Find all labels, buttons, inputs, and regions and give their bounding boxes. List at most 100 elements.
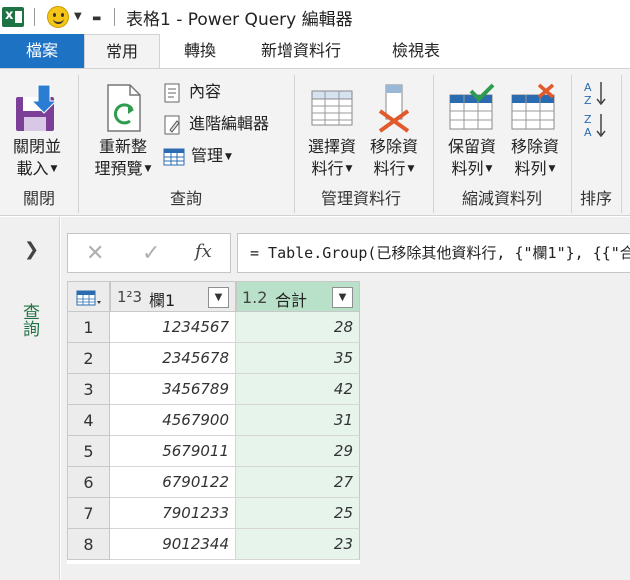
table-cell[interactable]: 23 [236, 529, 360, 560]
close-and-load-label: 關閉並 [12, 137, 61, 156]
fx-icon[interactable]: fx [195, 241, 212, 262]
tab-file[interactable]: 檔案 [0, 34, 84, 68]
separator [34, 8, 35, 26]
close-icon[interactable]: ✕ [86, 241, 104, 266]
refresh-preview-button[interactable]: 重新整 理預覽 ▼ [88, 77, 158, 183]
table-cell[interactable]: 3456789 [110, 374, 236, 405]
table-cell[interactable]: 29 [236, 436, 360, 467]
table-cell[interactable]: 2345678 [110, 343, 236, 374]
sort-descending-button[interactable]: Z A [582, 111, 612, 139]
choose-columns-button[interactable]: 選擇資 料行 ▼ [302, 77, 362, 183]
remove-columns-label: 移除資 [369, 137, 418, 156]
row-number[interactable]: 5 [67, 436, 110, 467]
manage-button[interactable]: 管理 ▼ [163, 143, 232, 169]
sort-ascending-icon: A Z [584, 81, 606, 107]
column-header-total[interactable]: 1.2 合計 ▼ [236, 281, 360, 312]
tab-view[interactable]: 檢視表 [368, 34, 464, 68]
table-icon [76, 290, 101, 306]
table-cell[interactable]: 28 [236, 312, 360, 343]
table-cell[interactable]: 35 [236, 343, 360, 374]
properties-button[interactable]: 內容 [163, 79, 221, 105]
manage-label: 管理 [191, 146, 224, 165]
sort-descending-icon: Z A [584, 113, 606, 139]
customize-quick-access-icon[interactable]: ▬ [92, 13, 101, 24]
group-label-manage-columns: 管理資料行 [320, 189, 401, 208]
table-cell[interactable]: 31 [236, 405, 360, 436]
table-cell[interactable]: 1234567 [110, 312, 236, 343]
separator [114, 8, 115, 26]
table-cell[interactable]: 25 [236, 498, 360, 529]
window-title: 表格1 - Power Query 編輯器 [126, 10, 353, 30]
remove-rows-button[interactable]: 移除資 料列 ▼ [505, 77, 565, 183]
keep-rows-button[interactable]: 保留資 料列 ▼ [441, 77, 503, 183]
column-header-col1[interactable]: 1²3 欄1 ▼ [110, 281, 236, 312]
excel-icon: x [2, 7, 24, 27]
svg-text:A: A [584, 126, 592, 139]
remove-rows-label-2: 料列 ▼ [514, 159, 556, 178]
check-icon[interactable]: ✓ [142, 241, 160, 266]
close-and-load-label-2: 載入 ▼ [16, 159, 58, 178]
table-menu-button[interactable] [67, 281, 110, 312]
whole-number-type-icon[interactable]: 1²3 [117, 288, 142, 306]
formula-input[interactable]: = Table.Group(已移除其他資料行, {"欄1"}, {{"合計", … [237, 233, 630, 273]
queries-pane-label[interactable]: 查詢 [19, 303, 42, 337]
column-name: 欄1 [149, 291, 176, 310]
column-name: 合計 [275, 291, 308, 310]
table-cell[interactable]: 42 [236, 374, 360, 405]
close-and-load-button[interactable]: 關閉並 載入 ▼ [6, 77, 68, 183]
advanced-editor-label: 進階編輯器 [189, 114, 270, 133]
group-label-reduce-rows: 縮減資料列 [461, 189, 542, 208]
table-cell[interactable]: 9012344 [110, 529, 236, 560]
refresh-icon [107, 84, 141, 132]
row-number[interactable]: 3 [67, 374, 110, 405]
tab-transform[interactable]: 轉換 [160, 34, 240, 68]
filter-dropdown-button[interactable]: ▼ [332, 287, 353, 308]
table-cell[interactable]: 5679011 [110, 436, 236, 467]
properties-icon [164, 83, 180, 103]
tab-home[interactable]: 常用 [84, 34, 160, 68]
ribbon-tabs: 檔案 常用 轉換 新增資料行 檢視表 [0, 34, 630, 68]
group-label-sort: 排序 [579, 189, 612, 208]
table-cell[interactable]: 27 [236, 467, 360, 498]
row-number[interactable]: 2 [67, 343, 110, 374]
tab-add-column[interactable]: 新增資料行 [240, 34, 362, 68]
table-cell[interactable]: 6790122 [110, 467, 236, 498]
chevron-right-icon[interactable]: ❯ [24, 239, 39, 260]
remove-rows-label: 移除資 [510, 137, 559, 156]
advanced-editor-icon [164, 115, 180, 135]
remove-columns-label-2: 料行 ▼ [373, 159, 415, 178]
refresh-preview-label-2: 理預覽 ▼ [94, 159, 152, 178]
table-cell[interactable]: 4567900 [110, 405, 236, 436]
choose-columns-icon [311, 90, 353, 126]
formula-controls: ✕ ✓ fx [67, 233, 231, 273]
chevron-down-icon[interactable]: ▼ [74, 11, 82, 22]
keep-rows-label-2: 料列 ▼ [451, 159, 493, 178]
row-number[interactable]: 7 [67, 498, 110, 529]
filter-dropdown-button[interactable]: ▼ [208, 287, 229, 308]
svg-text:Z: Z [584, 113, 592, 126]
keep-rows-icon [449, 83, 495, 130]
row-number[interactable]: 1 [67, 312, 110, 343]
properties-label: 內容 [189, 82, 222, 101]
close-and-load-icon [16, 84, 58, 131]
choose-columns-label-2: 料行 ▼ [311, 159, 353, 178]
row-number[interactable]: 6 [67, 467, 110, 498]
smiley-icon[interactable] [47, 6, 69, 28]
table-cell[interactable]: 7901233 [110, 498, 236, 529]
manage-icon [163, 148, 185, 166]
data-grid: 1²3 欄1 ▼ 1.2 合計 ▼ 1 1234567 28 2 2345678… [67, 281, 360, 564]
advanced-editor-button[interactable]: 進階編輯器 [163, 111, 269, 137]
keep-rows-label: 保留資 [447, 137, 496, 156]
group-label-query: 查詢 [169, 189, 202, 208]
row-number[interactable]: 8 [67, 529, 110, 560]
remove-rows-icon [511, 83, 555, 130]
svg-text:A: A [584, 81, 592, 94]
row-number[interactable]: 4 [67, 405, 110, 436]
decimal-type-icon[interactable]: 1.2 [242, 288, 267, 307]
svg-text:Z: Z [584, 94, 592, 107]
choose-columns-label: 選擇資 [307, 137, 356, 156]
remove-columns-button[interactable]: 移除資 料行 ▼ [364, 77, 424, 183]
refresh-preview-label: 重新整 [98, 137, 147, 156]
sort-ascending-button[interactable]: A Z [582, 79, 612, 107]
group-separator [621, 75, 622, 213]
